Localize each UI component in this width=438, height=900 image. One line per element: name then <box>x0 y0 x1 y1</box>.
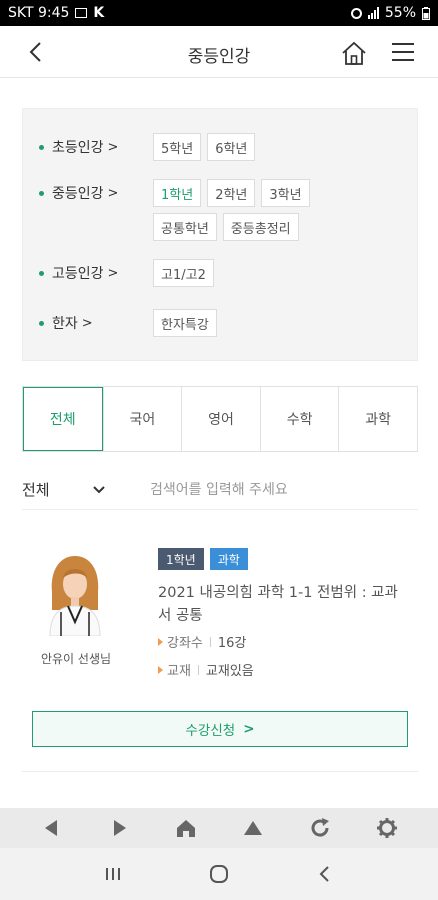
hamburger-menu-icon[interactable] <box>390 40 416 64</box>
middle-row: 중등인강 > 1학년 2학년 3학년 공통학년 중등총정리 <box>39 179 353 241</box>
recent-apps-icon[interactable] <box>101 862 125 886</box>
enroll-label: 수강신청 <box>185 723 236 739</box>
subject-badge: 과학 <box>209 548 248 570</box>
battery-icon <box>422 6 430 20</box>
home-icon[interactable] <box>174 816 198 840</box>
tab-math[interactable]: 수학 <box>259 387 339 451</box>
grade-selector-panel: 초등인강 > 5학년 6학년 중등인강 > 1학년 2학년 3학년 공통학년 중… <box>22 108 418 361</box>
signal-strength-icon <box>367 7 379 19</box>
up-triangle-icon[interactable] <box>241 816 265 840</box>
browser-toolbar <box>0 808 438 848</box>
subject-tabs: 전체 국어 영어 수학 과학 <box>22 386 418 452</box>
home-icon[interactable] <box>340 39 368 67</box>
meta-separator <box>197 664 199 675</box>
back-arrow-icon[interactable] <box>24 40 48 64</box>
enroll-arrow: > <box>243 721 255 737</box>
teacher-name: 안유이 선생님 <box>40 652 112 666</box>
bullet-dot-icon <box>39 270 44 276</box>
teacher-avatar <box>49 556 101 636</box>
app-header: 중등인강 <box>0 26 438 78</box>
grade-badge: 1학년 <box>158 548 204 570</box>
chip-middle-review[interactable]: 중등총정리 <box>222 213 299 241</box>
refresh-icon[interactable] <box>308 816 332 840</box>
battery-percent: 55% <box>384 5 416 21</box>
elementary-row: 초등인강 > 5학년 6학년 <box>39 133 353 161</box>
chip-hanja-special[interactable]: 한자특강 <box>153 309 217 337</box>
triangle-bullet-icon <box>158 637 163 646</box>
course-title[interactable]: 2021 내공의힘 과학 1-1 전범위 : 교과서 공통 <box>158 582 398 628</box>
lecture-count-value: 16강 <box>217 636 247 651</box>
settings-gear-icon[interactable] <box>375 816 399 840</box>
bullet-dot-icon <box>39 320 44 326</box>
filter-row: 전체 <box>22 470 418 510</box>
lecture-count-row: 강좌수 16강 <box>158 632 246 651</box>
home-circle-icon[interactable] <box>207 862 231 886</box>
back-chevron-icon[interactable] <box>313 862 337 886</box>
k-notification-icon: K <box>93 5 105 21</box>
scope-select[interactable]: 전체 <box>22 479 142 500</box>
chip-middle-common[interactable]: 공통학년 <box>153 213 217 241</box>
chip-middle-1[interactable]: 1학년 <box>153 179 202 207</box>
hanja-link[interactable]: 한자 > <box>39 309 153 337</box>
enroll-button[interactable]: 수강신청 > <box>32 711 408 747</box>
chevron-down-icon <box>92 485 105 493</box>
tab-korean[interactable]: 국어 <box>102 387 182 451</box>
search-input[interactable] <box>150 481 390 498</box>
chip-middle-2[interactable]: 2학년 <box>207 179 256 207</box>
status-bar: SKT 9:45 K 55% <box>0 0 438 26</box>
hanja-row: 한자 > 한자특강 <box>39 309 353 337</box>
forward-triangle-icon[interactable] <box>107 816 131 840</box>
meta-separator <box>209 636 211 647</box>
tab-english[interactable]: 영어 <box>181 387 260 451</box>
high-row: 고등인강 > 고1/고2 <box>39 259 353 287</box>
elementary-link[interactable]: 초등인강 > <box>39 133 153 161</box>
chip-middle-3[interactable]: 3학년 <box>261 179 310 207</box>
status-carrier-time: SKT 9:45 <box>8 5 70 21</box>
chip-high-1-2[interactable]: 고1/고2 <box>153 259 214 287</box>
course-badges: 1학년 과학 <box>158 548 248 570</box>
scope-select-value: 전체 <box>22 481 50 499</box>
chip-grade5[interactable]: 5학년 <box>153 133 202 161</box>
back-triangle-icon[interactable] <box>40 816 64 840</box>
alarm-icon <box>350 7 362 19</box>
chip-grade6[interactable]: 6학년 <box>207 133 256 161</box>
lecture-count-label: 강좌수 <box>167 636 203 651</box>
divider <box>22 771 418 772</box>
bullet-dot-icon <box>39 144 44 150</box>
bullet-dot-icon <box>39 190 44 196</box>
system-nav-bar <box>0 848 438 900</box>
middle-link[interactable]: 중등인강 > <box>39 179 153 207</box>
tab-all[interactable]: 전체 <box>23 387 103 451</box>
tab-science[interactable]: 과학 <box>338 387 417 451</box>
textbook-value: 교재있음 <box>205 664 254 679</box>
textbook-label: 교재 <box>167 664 191 679</box>
page-title: 중등인강 <box>187 47 251 67</box>
high-link[interactable]: 고등인강 > <box>39 259 153 287</box>
triangle-bullet-icon <box>158 665 163 674</box>
textbook-row: 교재 교재있음 <box>158 660 254 679</box>
gallery-notification-icon <box>75 8 88 18</box>
